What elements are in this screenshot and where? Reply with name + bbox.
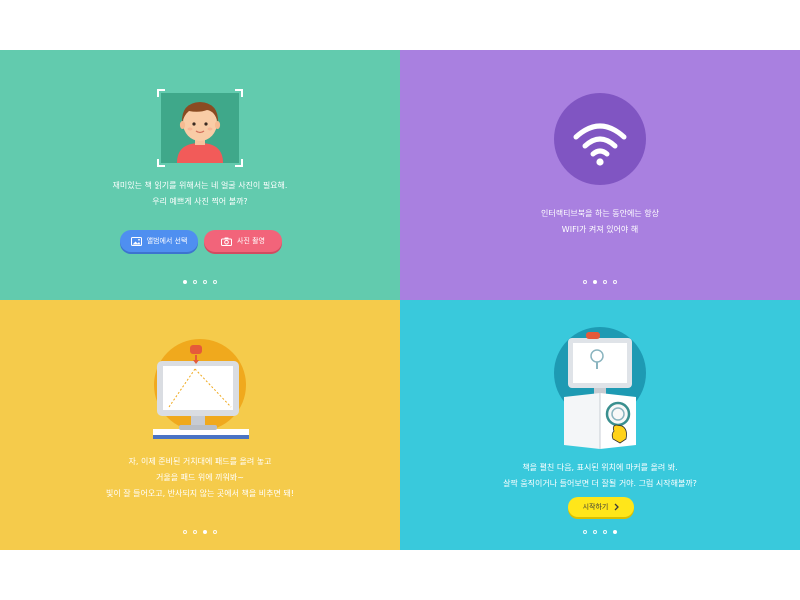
camera-icon <box>221 237 232 246</box>
page-dot <box>583 280 587 284</box>
page-dot-active <box>593 280 597 284</box>
onboarding-panel-stand: 자, 이제 준비된 거치대에 패드를 올려 놓고 거울을 패드 위에 끼워봐~ … <box>0 300 400 550</box>
chevron-right-icon <box>614 503 620 511</box>
page-dot <box>593 530 597 534</box>
frame-corner-bottom-left <box>157 159 165 167</box>
page-dot <box>193 530 197 534</box>
instruction-line: 책을 펼친 다음, 표시된 위치에 마커를 올려 봐. <box>522 463 678 472</box>
wifi-instruction: 인터랙티브북을 하는 동안에는 항상 WIFI가 켜져 있어야 해 <box>400 206 800 238</box>
frame-corner-top-left <box>157 89 165 97</box>
instruction-line: 거울을 패드 위에 끼워봐~ <box>156 473 244 482</box>
page-dot <box>193 280 197 284</box>
instruction-line: 살짝 움직이거나 들어보면 더 잘될 거야. 그럼 시작해볼까? <box>503 479 697 488</box>
tablet-stand-illustration <box>153 339 249 439</box>
wifi-icon <box>573 123 627 166</box>
page-dot <box>183 530 187 534</box>
page-dot <box>613 280 617 284</box>
start-instruction: 책을 펼친 다음, 표시된 위치에 마커를 올려 봐. 살짝 움직이거나 들어보… <box>400 460 800 492</box>
photo-frame <box>157 89 243 167</box>
page-indicator <box>400 280 800 284</box>
instruction-line: 인터랙티브북을 하는 동안에는 항상 <box>540 209 660 218</box>
instruction-line: 재미있는 책 읽기를 위해서는 네 얼굴 사진이 필요해. <box>112 181 288 190</box>
page-dot <box>583 530 587 534</box>
page-dot-active <box>203 530 207 534</box>
page-dot <box>213 530 217 534</box>
wifi-badge <box>554 93 646 185</box>
camera-button-label: 사진 촬영 <box>237 237 265 245</box>
page-indicator <box>0 530 400 534</box>
album-button-label: 앨범에서 선택 <box>146 237 188 245</box>
select-from-album-button[interactable]: 앨범에서 선택 <box>120 230 198 252</box>
start-button[interactable]: 시작하기 <box>568 497 634 517</box>
frame-corner-top-right <box>235 89 243 97</box>
page-dot-active <box>183 280 187 284</box>
onboarding-panel-wifi: 인터랙티브북을 하는 동안에는 항상 WIFI가 켜져 있어야 해 <box>400 50 800 300</box>
instruction-line: WIFI가 켜져 있어야 해 <box>561 225 639 234</box>
instruction-line: 자, 이제 준비된 거치대에 패드를 올려 놓고 <box>128 457 272 466</box>
avatar-illustration <box>177 102 223 163</box>
tablet-book-marker-illustration <box>554 327 646 449</box>
take-photo-button[interactable]: 사진 촬영 <box>204 230 282 252</box>
onboarding-panel-photo: 재미있는 책 읽기를 위해서는 네 얼굴 사진이 필요해. 우리 예쁘게 사진 … <box>0 50 400 300</box>
page-dot <box>603 280 607 284</box>
page-dot-active <box>613 530 617 534</box>
photo-instruction: 재미있는 책 읽기를 위해서는 네 얼굴 사진이 필요해. 우리 예쁘게 사진 … <box>0 178 400 210</box>
instruction-line: 우리 예쁘게 사진 찍어 볼까? <box>152 197 248 206</box>
page-dot <box>213 280 217 284</box>
onboarding-panel-start: 책을 펼친 다음, 표시된 위치에 마커를 올려 봐. 살짝 움직이거나 들어보… <box>400 300 800 550</box>
page-dot <box>203 280 207 284</box>
page-indicator <box>400 530 800 534</box>
instruction-line: 빛이 잘 들어오고, 반사되지 않는 곳에서 책을 비추면 돼! <box>105 489 294 498</box>
page-indicator <box>0 280 400 284</box>
image-icon <box>130 236 142 246</box>
stand-instruction: 자, 이제 준비된 거치대에 패드를 올려 놓고 거울을 패드 위에 끼워봐~ … <box>0 454 400 502</box>
page-dot <box>603 530 607 534</box>
start-button-label: 시작하기 <box>582 503 609 511</box>
frame-corner-bottom-right <box>235 159 243 167</box>
